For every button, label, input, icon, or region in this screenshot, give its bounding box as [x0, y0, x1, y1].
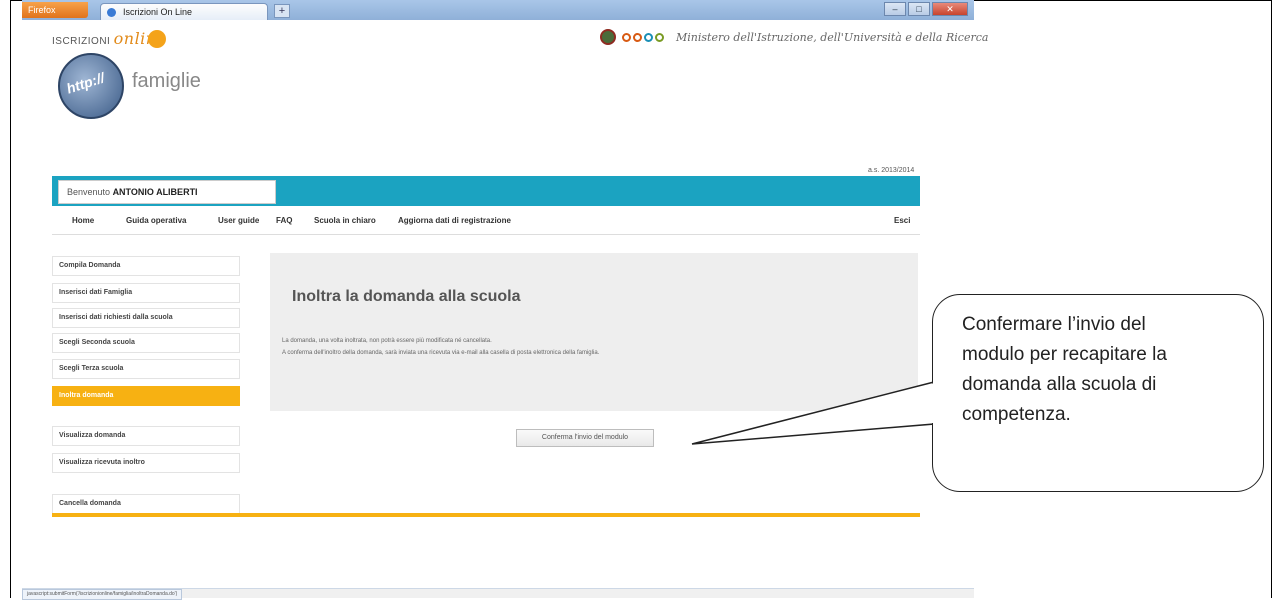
callout-line-3: domanda alla scuola di [962, 374, 1157, 395]
callout-pointer-mask [931, 383, 935, 423]
callout-line-4: competenza. [962, 404, 1071, 425]
callout-line-2: modulo per recapitare la [962, 344, 1167, 365]
callout-line-1: Confermare l’invio del [962, 314, 1146, 335]
callout-text: Confermare l’invio del modulo per recapi… [962, 310, 1262, 430]
